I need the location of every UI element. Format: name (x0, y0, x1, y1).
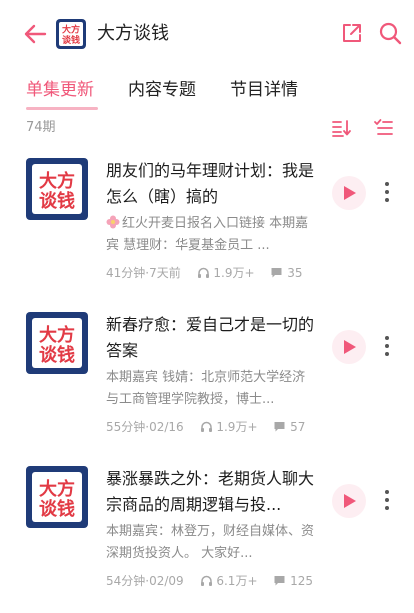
active-tab-indicator (26, 107, 98, 110)
logo-text-line1: 大方 (62, 24, 80, 36)
episode-meta: 41分钟·7天前 1.9万+ 35 (106, 266, 303, 280)
episode-comments: 35 (287, 266, 303, 280)
search-icon[interactable] (378, 21, 402, 45)
episode-cover: 大方 谈钱 (26, 466, 88, 528)
episode-comments: 57 (290, 420, 306, 434)
episode-meta: 54分钟·02/09 6.1万+ 125 (106, 574, 314, 588)
cover-text-line1: 大方 (39, 324, 75, 346)
share-icon[interactable] (340, 21, 364, 45)
episode-plays: 1.9万+ (216, 420, 258, 434)
episode-plays: 6.1万+ (216, 574, 258, 588)
episode-title[interactable]: 朋友们的马年理财计划：我是怎么（瞎）搞的 (106, 158, 314, 210)
episode-comments: 125 (290, 574, 314, 588)
episode-duration: 41分钟 (106, 266, 146, 280)
more-options-icon[interactable] (382, 486, 392, 514)
episode-title[interactable]: 新春疗愈：爱自己才是一切的答案 (106, 312, 314, 364)
episode-duration: 54分钟 (106, 574, 146, 588)
tab-episode-updates[interactable]: 单集更新 (26, 78, 94, 102)
headphone-icon (200, 421, 212, 432)
podcast-logo: 大方 谈钱 (56, 19, 86, 49)
headphone-icon (197, 267, 209, 278)
comment-icon (274, 422, 285, 432)
play-icon (344, 186, 356, 200)
flower-icon (106, 215, 120, 229)
multi-select-icon[interactable] (372, 117, 394, 139)
play-button[interactable] (332, 176, 366, 210)
headphone-icon (200, 575, 212, 586)
play-button[interactable] (332, 484, 366, 518)
episode-item[interactable]: 大方 谈钱 暴涨暴跌之外：老期货人聊大宗商品的周期逻辑与投... 本期嘉宾：林登… (0, 466, 414, 613)
episode-cover: 大方 谈钱 (26, 312, 88, 374)
cover-text-line1: 大方 (39, 170, 75, 192)
more-options-icon[interactable] (382, 332, 392, 360)
logo-text-line2: 谈钱 (62, 34, 80, 46)
episode-plays: 1.9万+ (213, 266, 255, 280)
play-button[interactable] (332, 330, 366, 364)
more-options-icon[interactable] (382, 178, 392, 206)
episode-description: 本期嘉宾 钱婧：北京师范大学经济与工商管理学院教授，博士... (106, 370, 306, 407)
episode-duration: 55分钟 (106, 420, 146, 434)
tab-topics[interactable]: 内容专题 (128, 78, 196, 102)
podcast-title: 大方谈钱 (97, 23, 169, 44)
comment-icon (274, 576, 285, 586)
episode-description: 红火开麦日报名入口链接 本期嘉宾 慧理财：华夏基金员工 ... (106, 213, 318, 257)
episode-item[interactable]: 大方 谈钱 朋友们的马年理财计划：我是怎么（瞎）搞的 红火开麦日报名入口链接 本… (0, 158, 414, 308)
tab-bar: 单集更新 内容专题 节目详情 (0, 74, 414, 110)
episode-description: 本期嘉宾：林登万，财经自媒体、资深期货投资人。 大家好... (106, 524, 315, 561)
episode-date: 02/16 (149, 420, 184, 434)
play-icon (344, 340, 356, 354)
back-arrow-icon[interactable] (22, 21, 48, 47)
episode-meta: 55分钟·02/16 1.9万+ 57 (106, 420, 306, 434)
cover-text-line2: 谈钱 (39, 498, 75, 520)
cover-text-line1: 大方 (39, 478, 75, 500)
sort-icon[interactable] (330, 117, 352, 139)
episode-count: 74期 (26, 120, 56, 135)
episode-title[interactable]: 暴涨暴跌之外：老期货人聊大宗商品的周期逻辑与投... (106, 466, 314, 518)
episode-date: 7天前 (149, 266, 181, 280)
comment-icon (271, 268, 282, 278)
cover-text-line2: 谈钱 (39, 190, 75, 212)
play-icon (344, 494, 356, 508)
episode-date: 02/09 (149, 574, 184, 588)
episode-cover: 大方 谈钱 (26, 158, 88, 220)
episode-item[interactable]: 大方 谈钱 新春疗愈：爱自己才是一切的答案 本期嘉宾 钱婧：北京师范大学经济与工… (0, 312, 414, 462)
cover-text-line2: 谈钱 (39, 344, 75, 366)
top-bar: 大方 谈钱 大方谈钱 (0, 0, 414, 66)
episode-description-text: 红火开麦日报名入口链接 本期嘉宾 慧理财：华夏基金员工 ... (106, 216, 309, 253)
tab-program-details[interactable]: 节目详情 (230, 78, 298, 102)
